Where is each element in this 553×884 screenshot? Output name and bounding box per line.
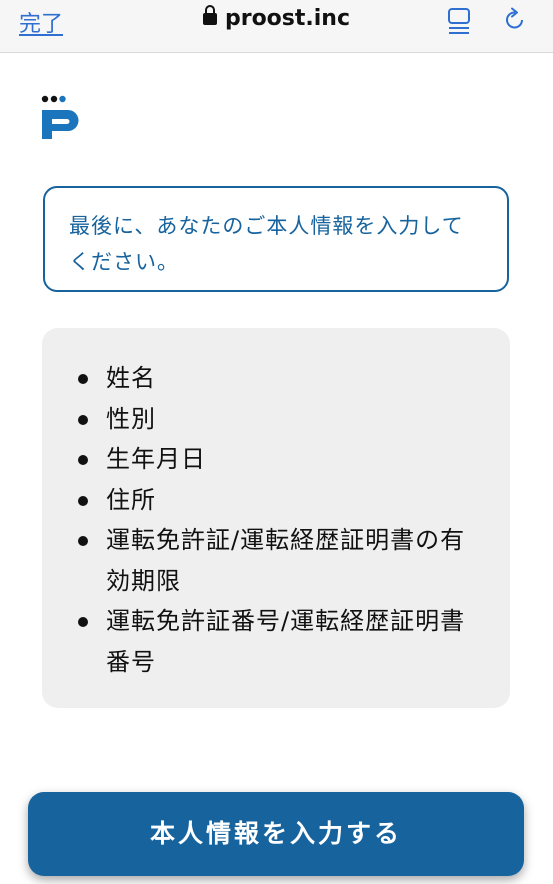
list-item: 性別 (76, 399, 476, 440)
list-item: 姓名 (76, 358, 476, 399)
reload-icon[interactable] (500, 5, 530, 35)
proost-logo (41, 95, 79, 139)
url-text: proost.inc (224, 6, 351, 31)
instruction-notice: 最後に、あなたのご本人情報を入力してください。 (43, 186, 509, 292)
bullet-icon (78, 374, 88, 384)
instruction-text: 最後に、あなたのご本人情報を入力してください。 (69, 214, 464, 274)
bullet-icon (78, 617, 88, 627)
reader-mode-icon[interactable] (446, 7, 474, 35)
bullet-icon (78, 495, 88, 506)
browser-toolbar: 完了 proost.inc (0, 0, 553, 53)
bullet-icon (78, 455, 88, 465)
lock-icon (202, 5, 217, 25)
list-item: 運転免許証/運転経歴証明書の有効期限 (76, 520, 476, 601)
list-item: 住所 (76, 480, 476, 521)
bullet-icon (78, 414, 88, 425)
required-info-panel: 姓名 性別 生年月日 住所 運転免許証/運転経歴証明書の有効期限 運転免許証番号… (42, 328, 510, 708)
bullet-icon (78, 536, 88, 546)
list-item: 運転免許証番号/運転経歴証明書番号 (76, 601, 476, 682)
enter-personal-info-button[interactable]: 本人情報を入力する (28, 792, 524, 876)
list-item: 生年月日 (76, 439, 476, 480)
required-info-list: 姓名 性別 生年月日 住所 運転免許証/運転経歴証明書の有効期限 運転免許証番号… (76, 358, 476, 682)
